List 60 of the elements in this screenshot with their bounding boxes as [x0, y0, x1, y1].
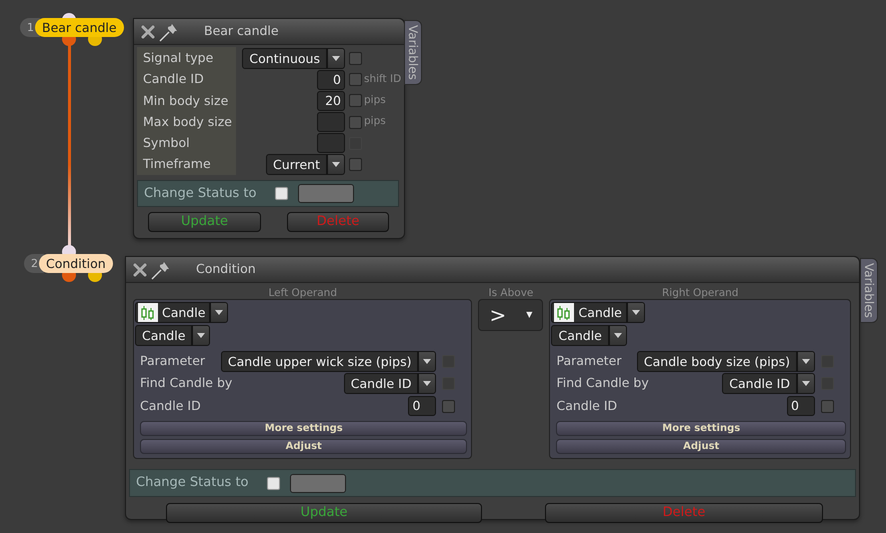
- status-label: Change Status to: [144, 184, 257, 203]
- pin-icon[interactable]: [158, 22, 180, 42]
- operator-dropdown[interactable]: > ▼: [478, 299, 544, 331]
- close-icon[interactable]: [140, 24, 156, 40]
- field-label: Parameter: [140, 352, 206, 370]
- number-field[interactable]: 0: [317, 70, 345, 90]
- checkbox[interactable]: [274, 187, 288, 200]
- number-field[interactable]: 0: [787, 396, 815, 416]
- field-label: Candle ID: [140, 396, 201, 415]
- settings-button[interactable]: Adjust: [556, 439, 846, 454]
- unit-label: pips: [364, 114, 386, 130]
- number-field[interactable]: 0: [408, 396, 436, 416]
- node-label[interactable]: Bear candle: [35, 18, 124, 37]
- field-label: Min body size: [142, 92, 230, 110]
- settings-button[interactable]: More settings: [140, 420, 468, 436]
- operator-heading: Is Above: [488, 287, 534, 299]
- field-label: Candle ID: [556, 396, 618, 415]
- section-heading: Left Operand: [267, 287, 338, 299]
- field-label: Max body size: [142, 112, 233, 131]
- checkbox[interactable]: [442, 400, 456, 413]
- status-field[interactable]: [290, 474, 346, 492]
- source-dropdown[interactable]: Candle: [551, 302, 627, 323]
- field-label: Parameter: [556, 352, 622, 370]
- candlestick-icon: [138, 303, 158, 322]
- unit-label: pips: [364, 93, 386, 108]
- checkbox[interactable]: [266, 476, 280, 490]
- status-label: Change Status to: [136, 474, 249, 492]
- field-label: Candle ID: [142, 70, 205, 88]
- checkbox[interactable]: [349, 116, 362, 129]
- checkbox[interactable]: [349, 52, 362, 66]
- close-icon[interactable]: [132, 262, 148, 278]
- number-field[interactable]: [317, 112, 345, 132]
- checkbox[interactable]: [821, 400, 834, 413]
- section-heading: Right Operand: [661, 287, 740, 299]
- number-field[interactable]: [317, 133, 345, 154]
- checkbox[interactable]: [349, 94, 362, 108]
- settings-button[interactable]: Adjust: [140, 439, 468, 454]
- field-label: Signal type: [142, 49, 214, 68]
- checkbox[interactable]: [349, 73, 362, 86]
- dropdown-field[interactable]: Candle: [135, 325, 192, 346]
- node-label[interactable]: Condition: [39, 254, 113, 273]
- window-title: Bear candle: [204, 22, 279, 40]
- update-button[interactable]: Update: [148, 212, 261, 232]
- field-label: Timeframe: [142, 155, 212, 174]
- update-button[interactable]: Update: [166, 503, 482, 523]
- unit-label: shift ID: [364, 72, 402, 87]
- dropdown-field[interactable]: Continuous: [242, 48, 327, 70]
- checkbox[interactable]: [349, 158, 362, 172]
- dropdown-field[interactable]: Candle: [551, 325, 609, 346]
- settings-button[interactable]: More settings: [556, 420, 846, 436]
- number-field[interactable]: 20: [317, 90, 345, 111]
- dropdown-field[interactable]: Current: [266, 154, 327, 176]
- window-title: Condition: [196, 260, 256, 278]
- field-label: Find Candle by: [140, 374, 232, 392]
- field-label: Symbol: [142, 134, 191, 152]
- field-label: Find Candle by: [556, 374, 649, 392]
- pin-icon[interactable]: [150, 260, 172, 280]
- candlestick-icon: [554, 303, 574, 322]
- source-dropdown[interactable]: Candle: [135, 302, 210, 323]
- status-field[interactable]: [298, 184, 354, 204]
